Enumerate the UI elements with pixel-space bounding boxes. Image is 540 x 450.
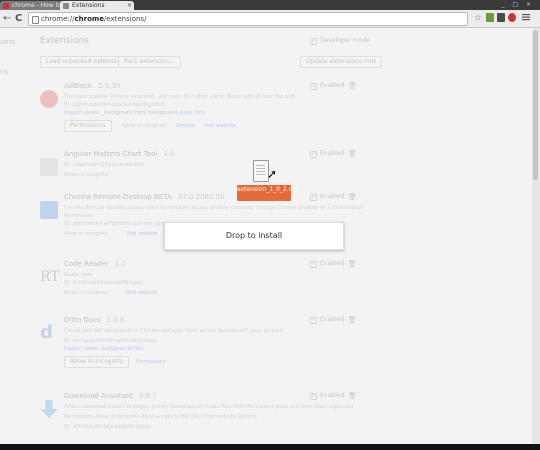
- extension-name: Angular Matters Chart Tool 1.0: [64, 150, 175, 158]
- developer-mode-toggle[interactable]: ✓ Developer mode: [310, 37, 370, 45]
- permissions-link[interactable]: Permissions: [136, 359, 166, 365]
- extension-name: Chrome Remote Desktop BETA 37.0.2062.50: [64, 193, 225, 201]
- visit-website-link[interactable]: Visit website: [126, 290, 158, 296]
- sidebar-item[interactable]: ome: [0, 38, 15, 46]
- bookmark-star-icon[interactable]: ☆: [474, 13, 482, 22]
- pack-extension-button[interactable]: Pack extension...: [118, 56, 181, 68]
- extension-description: Reads code: [64, 272, 93, 278]
- dragged-file-label: extension_1_0_2.crx: [237, 185, 298, 201]
- enabled-toggle[interactable]: ✓ Enabled: [310, 150, 344, 158]
- update-extensions-button[interactable]: Update extensions now: [300, 56, 383, 68]
- inspect-views[interactable]: Inspect views: _background.html backgrou…: [64, 110, 205, 116]
- tab-close-icon[interactable]: ×: [127, 1, 132, 10]
- menu-icon[interactable]: [522, 13, 530, 22]
- enabled-toggle[interactable]: ✓ Enabled: [310, 316, 344, 324]
- checkbox[interactable]: ✓: [310, 151, 317, 158]
- extension-name: Download Assistant 0.6.7: [64, 392, 157, 400]
- sidebar-item[interactable]: ns: [0, 68, 8, 76]
- allow-incognito-checkbox[interactable]: Allow in incognito: [122, 123, 166, 129]
- page-scrollbar[interactable]: [532, 28, 540, 444]
- url-text: chrome://chrome/extensions/: [41, 15, 147, 23]
- extension-description: Adds a download button to pages, quickly…: [64, 404, 356, 410]
- checkbox[interactable]: ✓: [310, 261, 317, 268]
- adblock-icon: [40, 90, 58, 108]
- trash-icon[interactable]: 🗑: [348, 193, 357, 201]
- extension-description: Chrome Remote Desktop allows users to re…: [64, 205, 366, 211]
- trash-icon[interactable]: 🗑: [348, 82, 357, 90]
- extension-id: ID: ccaelmbpmijjhjaooecjbkdfoo: [64, 162, 144, 168]
- extension-item: Download Assistant 0.6.7 Adds a download …: [36, 392, 506, 444]
- scrollbar-thumb[interactable]: [533, 30, 538, 180]
- tab-bar: chrome - How to × Extensions × _ □ ×: [0, 0, 540, 10]
- page-title: Extensions: [40, 36, 89, 46]
- trash-icon[interactable]: 🗑: [348, 316, 357, 324]
- site-favicon-icon: [3, 3, 9, 9]
- checkbox[interactable]: ✓: [310, 38, 317, 45]
- visit-website-link[interactable]: Visit website: [126, 231, 158, 237]
- extension-description: Create and edit documents in Chrome and …: [64, 328, 285, 334]
- allow-incognito-checkbox[interactable]: Allow in incognito: [64, 172, 108, 178]
- extension-green-icon[interactable]: [486, 13, 494, 22]
- extension-id: ID: gbchcmhmhahfdphkhkmpfmihenigjmpp: [64, 221, 173, 227]
- checkbox[interactable]: ✓: [310, 393, 317, 400]
- back-icon[interactable]: ←: [3, 13, 11, 24]
- visit-website-link[interactable]: Visit website: [204, 123, 236, 129]
- remote-desktop-icon: [40, 201, 58, 219]
- permissions-link[interactable]: Permissions: [64, 213, 94, 219]
- extension-name: AdBlock 2.5.30: [64, 82, 121, 90]
- code-reader-icon: RT: [40, 269, 60, 285]
- extension-dark-icon[interactable]: [497, 13, 505, 22]
- dragged-crx-file[interactable]: ➚ extension_1_0_2.crx: [237, 160, 298, 202]
- extension-description: The most popular Chrome extension, with …: [64, 94, 297, 100]
- allow-incognito-checkbox[interactable]: Allow in incognito: [64, 290, 108, 296]
- trash-icon[interactable]: 🗑: [348, 150, 357, 158]
- extension-id: ID: mcifiliceblokdkeaokffdmgao: [64, 280, 143, 286]
- checkbox[interactable]: ✓: [310, 317, 317, 324]
- permissions-button[interactable]: Permissions: [64, 120, 112, 132]
- drop-to-install-overlay[interactable]: Drop to install: [164, 222, 344, 250]
- ditto-icon: d: [40, 322, 53, 343]
- extension-id: ID: gighmmpiobklfepjocnamgkkbiglidom: [64, 102, 166, 108]
- tab-extensions[interactable]: Extensions ×: [60, 1, 134, 10]
- trash-icon[interactable]: 🗑: [348, 260, 357, 268]
- tab-how-to[interactable]: chrome - How to ×: [0, 1, 68, 10]
- tab-title: Extensions: [72, 2, 105, 9]
- extension-id: ID: ekckgcjkoiliokdfmgdmobbkhkepg: [64, 338, 157, 344]
- page-icon: [32, 16, 39, 24]
- extension-item: AdBlock 2.5.30 The most popular Chrome ex…: [36, 82, 506, 158]
- options-link[interactable]: Options: [176, 123, 195, 129]
- window-controls[interactable]: _ □ ×: [501, 1, 534, 8]
- inspect-views[interactable]: Inspect views: background.html: [64, 346, 144, 352]
- tab-title: chrome - How to: [12, 2, 62, 9]
- extension-name: Ditto Docs 1.0.5: [64, 316, 125, 324]
- extension-red-icon[interactable]: [508, 13, 516, 22]
- checkbox[interactable]: ✓: [310, 83, 317, 90]
- extension-id: ID: ahkfbhkpbkifajpnbigjbdfcdjikoe: [64, 424, 151, 430]
- enabled-toggle[interactable]: ✓ Enabled: [310, 392, 344, 400]
- extension-name: Code Reader 1.1: [64, 260, 127, 268]
- enabled-toggle[interactable]: ✓ Enabled: [310, 260, 344, 268]
- puzzle-icon: [40, 158, 58, 176]
- extension-item: d Ditto Docs 1.0.5 Create and edit docume…: [36, 316, 506, 392]
- mouse-cursor-icon: ➚: [267, 167, 278, 181]
- browser-toolbar: ← C chrome://chrome/extensions/ ☆: [0, 10, 540, 28]
- reload-icon[interactable]: C: [15, 13, 22, 24]
- allow-incognito-button[interactable]: Allow in incognito: [64, 356, 130, 368]
- enabled-toggle[interactable]: ✓ Enabled: [310, 82, 344, 90]
- download-arrow-icon: [40, 400, 58, 418]
- bottom-panel: [0, 444, 540, 450]
- extensions-favicon-icon: [63, 3, 69, 9]
- allow-incognito-checkbox[interactable]: Allow in incognito: [64, 231, 108, 237]
- trash-icon[interactable]: 🗑: [348, 392, 357, 400]
- enabled-toggle[interactable]: ✓ Enabled: [310, 193, 344, 201]
- checkbox[interactable]: ✓: [310, 194, 317, 201]
- extension-options[interactable]: Permissions Allow in incognito Allow acc…: [64, 414, 257, 420]
- address-bar[interactable]: chrome://chrome/extensions/: [28, 12, 468, 26]
